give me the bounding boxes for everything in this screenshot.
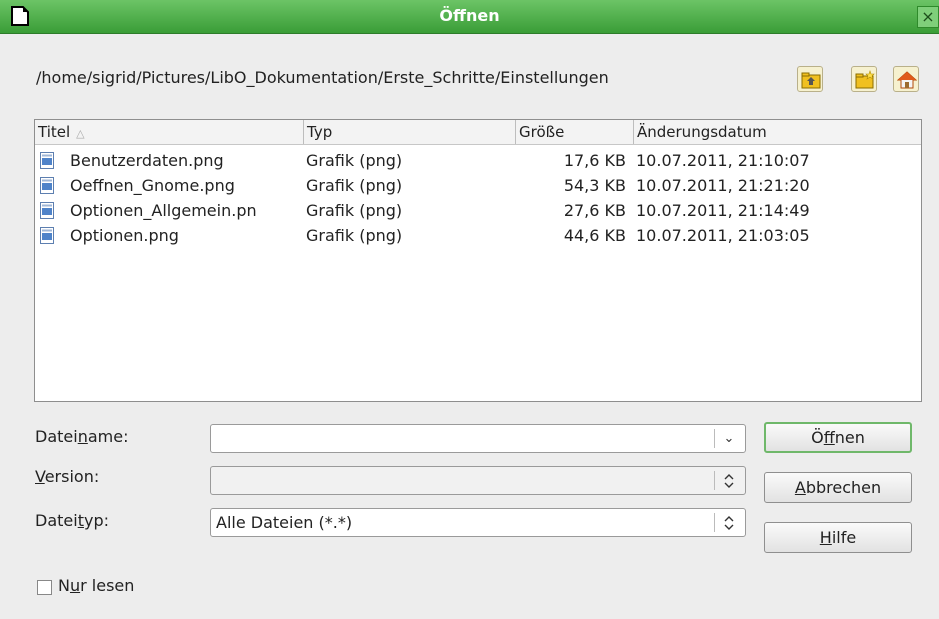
- file-type: Grafik (png): [306, 176, 403, 195]
- file-date: 10.07.2011, 21:03:05: [636, 226, 810, 245]
- folder-up-button[interactable]: [797, 66, 823, 92]
- read-only-checkbox[interactable]: [37, 580, 52, 595]
- column-header-size[interactable]: Größe: [516, 120, 634, 144]
- file-size: 44,6 KB: [563, 226, 626, 245]
- combo-separator: [714, 429, 715, 448]
- sort-ascending-icon: △: [76, 127, 85, 140]
- file-row[interactable]: Optionen.png Grafik (png) 44,6 KB 10.07.…: [35, 223, 921, 248]
- new-folder-icon: [855, 70, 875, 89]
- file-size: 27,6 KB: [563, 201, 626, 220]
- filetype-select[interactable]: Alle Dateien (*.*): [210, 508, 746, 537]
- window-title: Öffnen: [439, 6, 500, 25]
- column-header-date[interactable]: Änderungsdatum: [634, 120, 921, 144]
- home-icon: [897, 71, 917, 89]
- combo-separator: [714, 471, 715, 490]
- image-file-icon: [40, 227, 54, 244]
- file-type: Grafik (png): [306, 226, 403, 245]
- image-file-icon: [40, 202, 54, 219]
- image-file-icon: [40, 177, 54, 194]
- column-header-type[interactable]: Typ: [304, 120, 516, 144]
- combo-separator: [714, 513, 715, 532]
- new-folder-button[interactable]: [851, 66, 877, 92]
- version-label: Version:: [35, 467, 100, 486]
- help-button[interactable]: Hilfe: [764, 522, 912, 553]
- file-size: 17,6 KB: [563, 151, 626, 170]
- file-list[interactable]: Titel △ Typ Größe Änderungsdatum Benutzer…: [34, 119, 922, 402]
- filetype-value: Alle Dateien (*.*): [216, 513, 353, 532]
- file-row[interactable]: Benutzerdaten.png Grafik (png) 17,6 KB 1…: [35, 148, 921, 173]
- image-file-icon: [40, 152, 54, 169]
- file-date: 10.07.2011, 21:10:07: [636, 151, 810, 170]
- updown-arrows-icon[interactable]: [719, 469, 739, 498]
- file-list-header: Titel △ Typ Größe Änderungsdatum: [35, 120, 921, 145]
- file-date: 10.07.2011, 21:14:49: [636, 201, 810, 220]
- filename-label: Dateiname:: [35, 427, 129, 446]
- updown-arrows-icon[interactable]: [719, 511, 739, 540]
- folder-up-icon: [801, 72, 821, 89]
- file-name: Benutzerdaten.png: [70, 151, 224, 170]
- read-only-label[interactable]: Nur lesen: [58, 576, 134, 595]
- column-header-title[interactable]: Titel △: [35, 120, 304, 144]
- file-row[interactable]: Oeffnen_Gnome.png Grafik (png) 54,3 KB 1…: [35, 173, 921, 198]
- home-button[interactable]: [893, 66, 919, 92]
- cancel-button[interactable]: Abbrechen: [764, 472, 912, 503]
- file-size: 54,3 KB: [563, 176, 626, 195]
- title-bar[interactable]: Öffnen ×: [0, 0, 939, 34]
- version-select[interactable]: [210, 466, 746, 495]
- filename-combobox[interactable]: ⌄: [210, 424, 746, 453]
- open-button[interactable]: Öffnen: [764, 422, 912, 453]
- file-type: Grafik (png): [306, 151, 403, 170]
- file-row[interactable]: Optionen_Allgemein.pn Grafik (png) 27,6 …: [35, 198, 921, 223]
- filetype-label: Dateityp:: [35, 511, 109, 530]
- file-name: Oeffnen_Gnome.png: [70, 176, 235, 195]
- close-icon[interactable]: ×: [917, 6, 939, 28]
- chevron-down-icon[interactable]: ⌄: [719, 427, 739, 451]
- current-path: /home/sigrid/Pictures/LibO_Dokumentation…: [36, 68, 609, 87]
- file-name: Optionen.png: [70, 226, 179, 245]
- file-date: 10.07.2011, 21:21:20: [636, 176, 810, 195]
- file-name: Optionen_Allgemein.pn: [70, 201, 257, 220]
- file-type: Grafik (png): [306, 201, 403, 220]
- open-dialog: Öffnen × /home/sigrid/Pictures/LibO_Doku…: [0, 0, 939, 619]
